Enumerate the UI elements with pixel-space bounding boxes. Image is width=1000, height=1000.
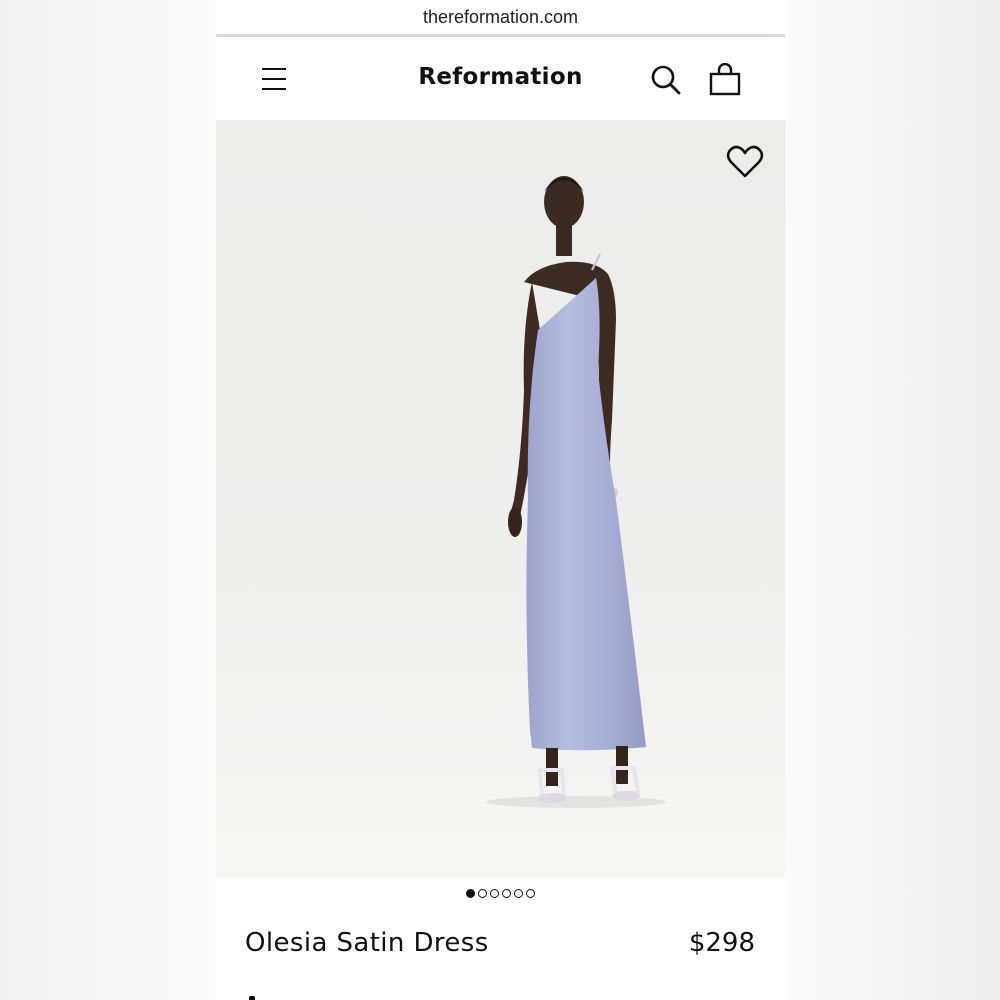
background-left bbox=[0, 0, 216, 1000]
url-bar[interactable]: thereformation.com bbox=[216, 0, 785, 34]
pagination-dot-2[interactable] bbox=[478, 889, 487, 898]
favorite-button[interactable] bbox=[726, 145, 764, 179]
site-header: Reformation bbox=[216, 37, 785, 120]
model-photo bbox=[486, 176, 666, 808]
shopping-bag-button[interactable] bbox=[708, 62, 742, 97]
phone-screen: thereformation.com Reformation Olesia Sa… bbox=[216, 0, 785, 1000]
cut-off-content bbox=[249, 996, 255, 1000]
product-name: Olesia Satin Dress bbox=[245, 928, 489, 958]
url-text[interactable]: thereformation.com bbox=[423, 7, 578, 28]
image-pagination bbox=[216, 889, 785, 898]
pagination-dot-6[interactable] bbox=[526, 889, 535, 898]
search-button[interactable] bbox=[650, 64, 682, 96]
product-image[interactable] bbox=[216, 120, 785, 878]
background-right bbox=[785, 0, 1000, 1000]
pagination-dot-4[interactable] bbox=[502, 889, 511, 898]
brand-logo[interactable]: Reformation bbox=[216, 64, 785, 90]
pagination-dot-1[interactable] bbox=[466, 889, 475, 898]
pagination-dot-5[interactable] bbox=[514, 889, 523, 898]
heart-outline-icon bbox=[726, 145, 764, 178]
shopping-bag-icon bbox=[709, 62, 741, 96]
search-icon bbox=[651, 65, 681, 95]
product-price: $298 bbox=[688, 928, 755, 958]
pagination-dot-3[interactable] bbox=[490, 889, 499, 898]
